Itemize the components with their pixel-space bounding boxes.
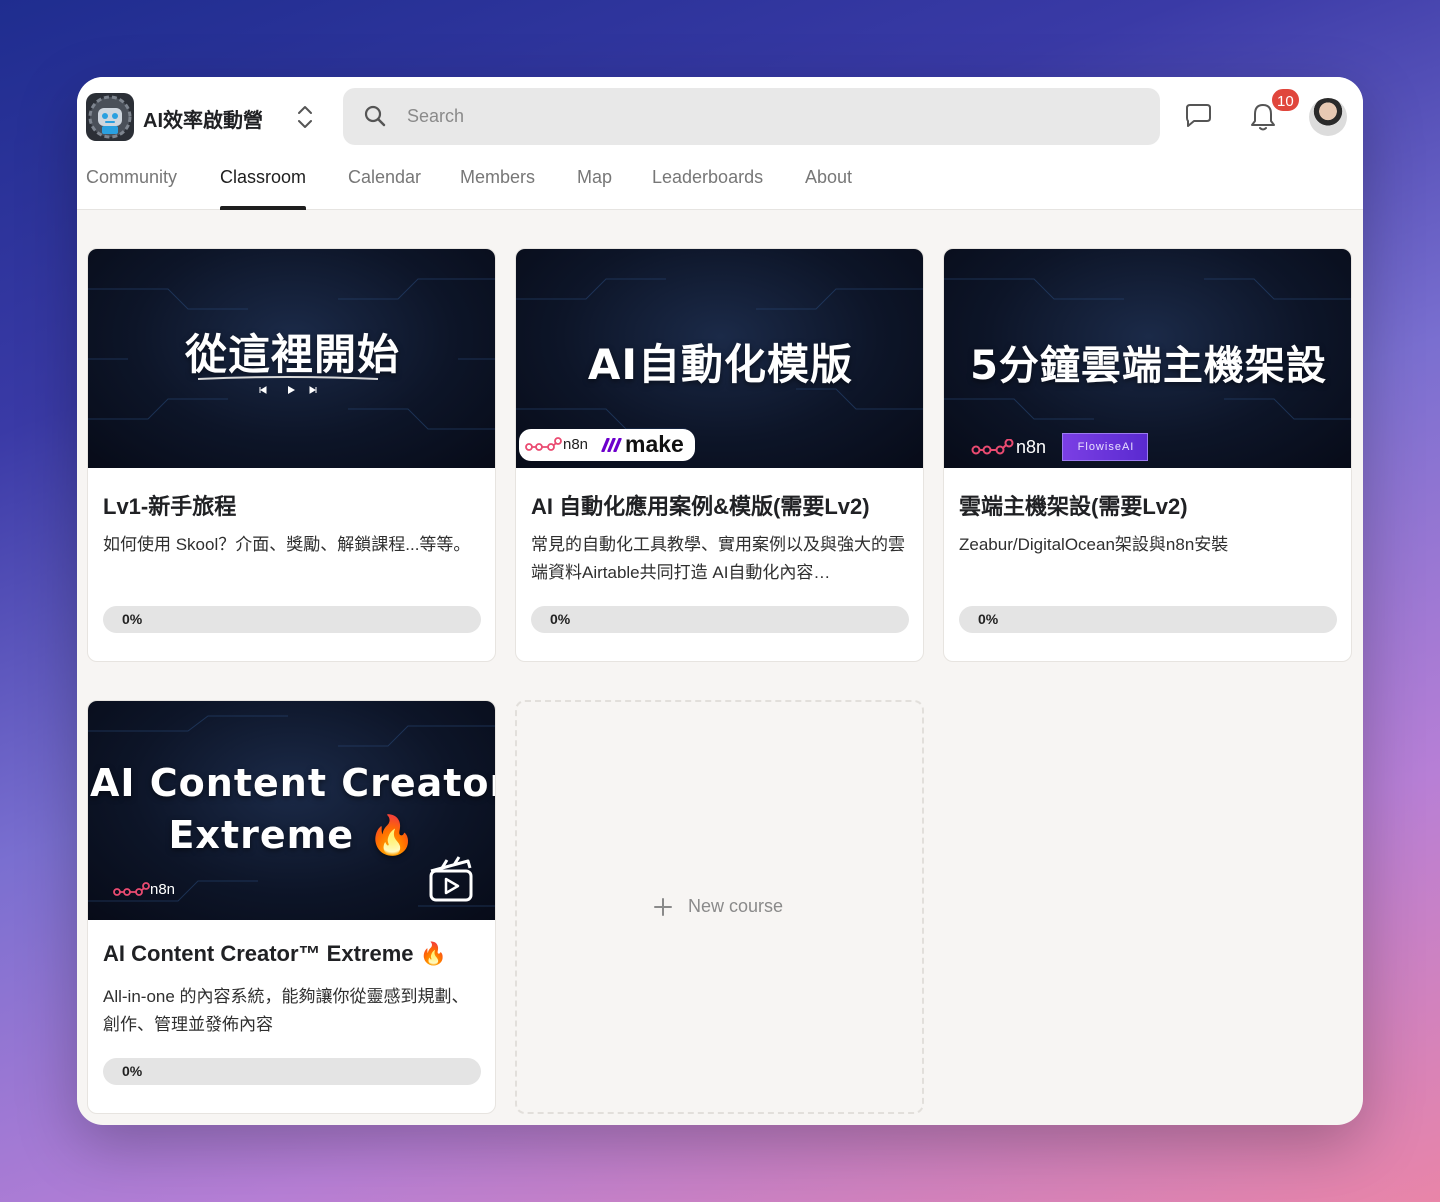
chat-icon[interactable] — [1183, 101, 1213, 131]
progress-label: 0% — [122, 611, 143, 627]
badge-make: make — [625, 431, 684, 457]
progress-label: 0% — [978, 611, 999, 627]
clapperboard-icon — [429, 856, 473, 902]
course-thumbnail: AI Content Creator™ Extreme 🔥 n8n — [88, 701, 495, 920]
thumbnail-title-line2: Extreme 🔥 — [168, 813, 417, 857]
thumbnail-title: AI自動化模版 — [587, 340, 854, 389]
community-switcher-icon[interactable] — [295, 103, 315, 131]
active-tab-indicator — [220, 206, 307, 210]
n8n-logo-icon — [113, 882, 150, 896]
tab-community[interactable]: Community — [86, 162, 177, 210]
course-title: 雲端主機架設(需要Lv2) — [959, 494, 1188, 519]
course-progress-bar: 0% — [103, 1058, 481, 1085]
tab-map[interactable]: Map — [577, 162, 612, 210]
course-card-lv1[interactable]: 從這裡開始 Lv1-新手旅程 如何使用 Skool？介面、獎勵、解鎖課程...等… — [87, 248, 496, 662]
n8n-logo-icon — [971, 439, 1014, 455]
n8n-logo-icon — [525, 437, 562, 451]
course-card-content-creator[interactable]: AI Content Creator™ Extreme 🔥 n8n AI Con… — [87, 700, 496, 1114]
search-input[interactable] — [407, 88, 1127, 145]
progress-label: 0% — [550, 611, 571, 627]
badge-n8n: n8n — [563, 436, 589, 453]
tab-label: Calendar — [348, 167, 422, 187]
search-icon — [363, 104, 387, 128]
top-header: AI效率啟動營 Search 10 Community Classroom Ca… — [77, 77, 1363, 210]
thumbnail-title: 5分鐘雲端主機架設 — [970, 343, 1327, 389]
course-description: All-in-one 的內容系統，能夠讓你從靈感到規劃、創作、管理並發佈內容 — [103, 987, 469, 1034]
tab-label: Community — [86, 167, 178, 187]
new-course-label: New course — [688, 896, 784, 916]
tab-label: Map — [577, 167, 613, 187]
new-course-button[interactable]: New course — [515, 700, 924, 1114]
course-description: 常見的自動化工具教學、實用案例以及與強大的雲端資料Airtable共同打造 AI… — [531, 535, 905, 582]
flowise-logo: FlowiseAI — [1062, 433, 1148, 461]
badge-flowise: FlowiseAI — [1077, 441, 1135, 453]
badge-n8n: n8n — [150, 881, 176, 898]
user-avatar[interactable] — [1309, 98, 1347, 136]
course-card-cloud[interactable]: 5分鐘雲端主機架設 n8n FlowiseAI 雲端主機架設(需要Lv2) Ze… — [943, 248, 1352, 662]
tab-label: Classroom — [220, 167, 307, 187]
search-bar[interactable] — [343, 88, 1160, 145]
course-description: 如何使用 Skool？介面、獎勵、解鎖課程...等等。 — [103, 535, 471, 554]
tab-label: Leaderboards — [652, 167, 764, 187]
course-card-automation[interactable]: AI自動化模版 n8n make AI 自動化應用案例&模版(需要Lv2) 常見… — [515, 248, 924, 662]
tab-label: About — [805, 167, 853, 187]
progress-label: 0% — [122, 1063, 143, 1079]
thumbnail-title-line1: AI Content Creator™ — [90, 761, 495, 805]
make-logo-icon — [601, 438, 622, 452]
notification-count-badge: 10 — [1270, 87, 1301, 113]
course-title: AI 自動化應用案例&模版(需要Lv2) — [531, 494, 870, 519]
community-logo[interactable] — [86, 93, 134, 141]
tool-logos-chip: n8n make — [519, 429, 695, 461]
tab-label: Members — [460, 167, 536, 187]
app-window: AI效率啟動營 Search 10 Community Classroom Ca… — [77, 77, 1363, 1125]
tab-calendar[interactable]: Calendar — [348, 162, 421, 210]
course-description: Zeabur/DigitalOcean架設與n8n安裝 — [959, 535, 1229, 554]
course-progress-bar: 0% — [103, 606, 481, 633]
course-thumbnail: AI自動化模版 n8n make — [516, 249, 923, 468]
tab-members[interactable]: Members — [460, 162, 535, 210]
media-controls-icon — [197, 376, 379, 394]
course-thumbnail: 從這裡開始 — [88, 249, 495, 468]
course-progress-bar: 0% — [959, 606, 1337, 633]
tab-about[interactable]: About — [805, 162, 852, 210]
tab-classroom[interactable]: Classroom — [220, 162, 307, 210]
course-title: Lv1-新手旅程 — [103, 494, 237, 519]
tab-leaderboards[interactable]: Leaderboards — [652, 162, 763, 210]
course-title: AI Content Creator™ Extreme 🔥 — [103, 941, 448, 966]
badge-n8n: n8n — [1016, 437, 1047, 457]
plus-icon — [654, 898, 672, 916]
community-name[interactable]: AI效率啟動營 — [143, 104, 263, 133]
course-progress-bar: 0% — [531, 606, 909, 633]
nav-tabs: Community Classroom Calendar Members Map… — [77, 162, 1363, 210]
course-thumbnail: 5分鐘雲端主機架設 n8n FlowiseAI — [944, 249, 1351, 468]
